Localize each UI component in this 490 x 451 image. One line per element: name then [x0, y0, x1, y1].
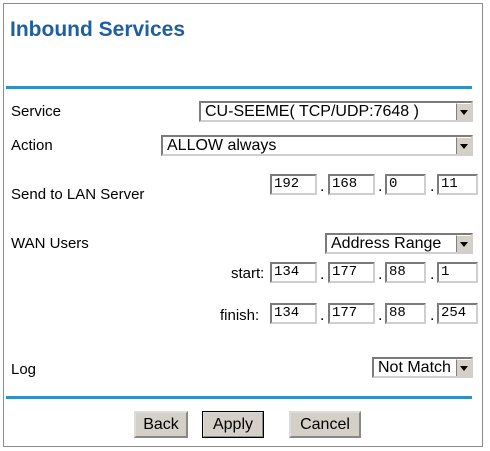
start-ip-octet-4[interactable]: 1: [437, 262, 478, 283]
finish-ip-octet-3[interactable]: 88: [385, 303, 426, 324]
chevron-down-icon[interactable]: [456, 235, 471, 252]
ip-separator: .: [378, 178, 383, 195]
finish-ip-octet-2[interactable]: 177: [328, 303, 375, 324]
action-value: ALLOW always: [167, 137, 277, 154]
log-label: Log: [11, 361, 37, 378]
service-value: CU-SEEME( TCP/UDP:7648 ): [205, 103, 419, 120]
wan-users-label: WAN Users: [11, 235, 89, 252]
ip-separator: .: [430, 307, 435, 324]
lan-ip-octet-2[interactable]: 168: [328, 174, 375, 195]
lan-ip-octet-3[interactable]: 0: [385, 174, 426, 195]
action-select[interactable]: ALLOW always: [161, 135, 473, 156]
wan-users-select[interactable]: Address Range: [325, 233, 473, 254]
cancel-button[interactable]: Cancel: [289, 411, 361, 438]
ip-separator: .: [320, 266, 325, 283]
service-label: Service: [11, 103, 62, 120]
bottom-divider: [6, 396, 472, 399]
back-button[interactable]: Back: [134, 411, 188, 438]
start-ip-octet-3[interactable]: 88: [385, 262, 426, 283]
finish-label: finish:: [220, 307, 260, 324]
lan-ip-octet-4[interactable]: 11: [437, 174, 478, 195]
ip-separator: .: [378, 266, 383, 283]
ip-separator: .: [320, 307, 325, 324]
chevron-down-icon[interactable]: [456, 137, 471, 154]
chevron-down-icon[interactable]: [456, 359, 471, 376]
page-title: Inbound Services: [10, 18, 186, 41]
ip-separator: .: [378, 307, 383, 324]
start-ip-octet-2[interactable]: 177: [328, 262, 375, 283]
ip-separator: .: [430, 178, 435, 195]
wan-users-value: Address Range: [331, 235, 442, 252]
ip-separator: .: [320, 178, 325, 195]
action-label: Action: [11, 137, 53, 154]
log-value: Not Match: [378, 359, 451, 376]
finish-ip-octet-4[interactable]: 254: [437, 303, 478, 324]
log-select[interactable]: Not Match: [372, 357, 473, 378]
ip-separator: .: [430, 266, 435, 283]
lan-server-label: Send to LAN Server: [11, 186, 145, 203]
lan-ip-octet-1[interactable]: 192: [270, 174, 317, 195]
top-divider: [6, 86, 472, 89]
chevron-down-icon[interactable]: [456, 103, 471, 120]
finish-ip-octet-1[interactable]: 134: [270, 303, 317, 324]
start-label: start:: [231, 265, 265, 282]
apply-button[interactable]: Apply: [202, 411, 264, 438]
start-ip-octet-1[interactable]: 134: [270, 262, 317, 283]
service-select[interactable]: CU-SEEME( TCP/UDP:7648 ): [199, 101, 473, 122]
inbound-services-panel: [3, 3, 483, 447]
